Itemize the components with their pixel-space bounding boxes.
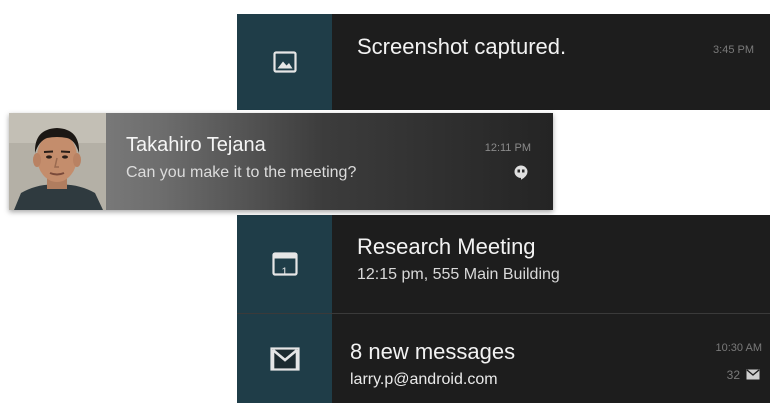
notification-time: 3:45 PM: [713, 44, 754, 56]
sender-name: Takahiro Tejana: [126, 134, 266, 156]
notification-gmail[interactable]: 8 new messages larry.p@android.com 10:30…: [237, 314, 770, 403]
person-photo: [9, 113, 106, 210]
mail-icon: [746, 369, 760, 380]
notification-stage: Screenshot captured. 3:45 PM 1 Research …: [0, 0, 770, 403]
notification-calendar[interactable]: 1 Research Meeting 12:15 pm, 555 Main Bu…: [237, 215, 770, 313]
notification-time: 10:30 AM: [715, 342, 762, 354]
icon-column: 1: [237, 215, 332, 313]
gmail-icon: [269, 346, 300, 371]
message-preview: Can you make it to the meeting?: [126, 164, 357, 181]
notification-title: 8 new messages: [350, 339, 516, 364]
notification-screenshot[interactable]: Screenshot captured. 3:45 PM: [237, 14, 770, 110]
notification-message[interactable]: Takahiro Tejana Can you make it to the m…: [9, 113, 553, 210]
icon-column: [237, 14, 332, 110]
message-count: 32: [726, 368, 740, 382]
calendar-day: 1: [281, 266, 288, 278]
notification-time: 12:11 PM: [484, 142, 531, 154]
notification-title: Research Meeting: [357, 234, 536, 259]
notification-subtitle: 12:15 pm, 555 Main Building: [357, 266, 560, 283]
avatar: [9, 113, 106, 210]
hangouts-icon: [514, 165, 528, 180]
notification-title: Screenshot captured.: [357, 34, 567, 59]
notification-subtitle: larry.p@android.com: [350, 371, 498, 388]
image-icon: [272, 51, 297, 73]
icon-column: [237, 314, 332, 403]
